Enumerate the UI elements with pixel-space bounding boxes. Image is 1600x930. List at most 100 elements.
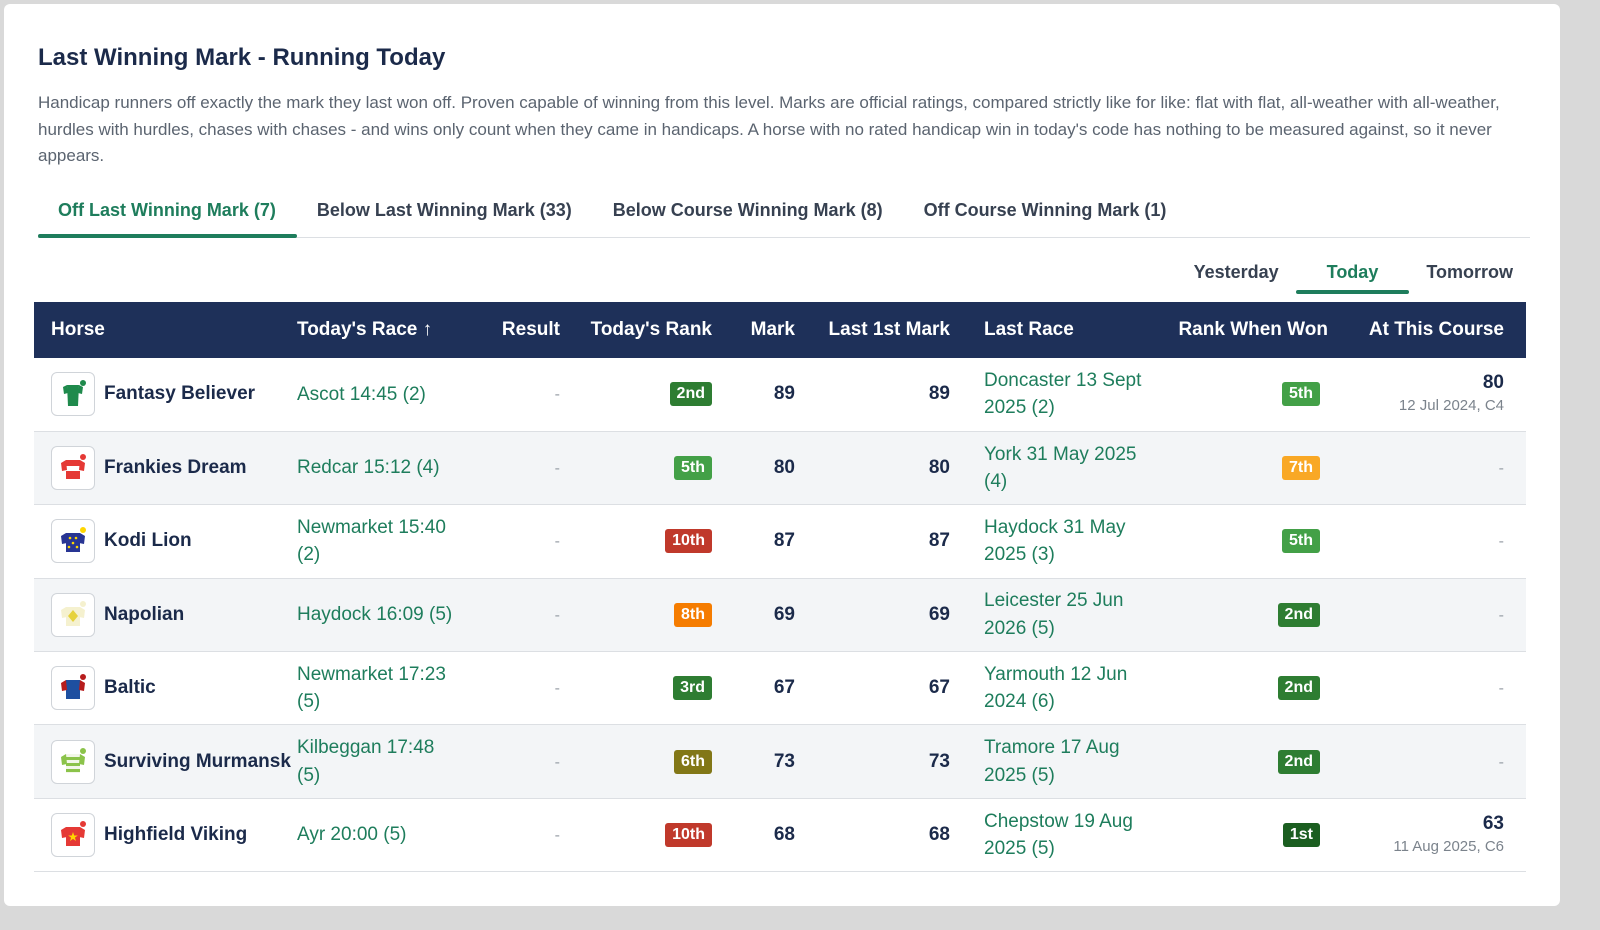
- last-1st-mark-cell: 68: [795, 798, 950, 871]
- todays-race-link[interactable]: Newmarket 17:23 (5): [297, 661, 457, 716]
- table-row[interactable]: Surviving Murmansk Kilbeggan 17:48 (5) - 6t…: [34, 724, 1526, 799]
- result-cell: -: [467, 652, 560, 725]
- at-this-course-cell: 63 11 Aug 2025, C6: [1328, 798, 1526, 871]
- horse-name[interactable]: Surviving Murmansk: [104, 751, 291, 773]
- result-value: -: [554, 533, 560, 551]
- mark-cell: 80: [712, 431, 795, 504]
- day-yesterday[interactable]: Yesterday: [1177, 254, 1296, 294]
- column-header-horse[interactable]: Horse: [34, 302, 297, 358]
- course-mark-value: -: [1498, 680, 1504, 698]
- horse-name[interactable]: Fantasy Believer: [104, 383, 255, 405]
- table-row[interactable]: Highfield Viking Ayr 20:00 (5) - 10th 68 68 Ch…: [34, 798, 1526, 872]
- horse-name[interactable]: Kodi Lion: [104, 530, 192, 552]
- column-header-last-1st-mark[interactable]: Last 1st Mark: [795, 302, 950, 358]
- table-row[interactable]: Kodi Lion Newmarket 15:40 (2) - 10th 87 87 Hay…: [34, 505, 1526, 579]
- result-cell: -: [467, 798, 560, 871]
- at-this-course-cell: -: [1328, 578, 1526, 651]
- column-header-todays-rank[interactable]: Today's Rank: [560, 302, 712, 358]
- horse-cell: Baltic: [34, 652, 297, 725]
- todays-race-link[interactable]: Redcar 15:12 (4): [297, 454, 457, 482]
- mark-value: 69: [773, 603, 795, 625]
- horse-cell: Napolian: [34, 578, 297, 651]
- result-value: -: [554, 606, 560, 624]
- last-1st-mark-cell: 69: [795, 578, 950, 651]
- day-selector: Yesterday Today Tomorrow: [1177, 254, 1530, 294]
- column-header-at-this-course[interactable]: At This Course: [1328, 302, 1526, 358]
- todays-race-link[interactable]: Newmarket 15:40 (2): [297, 514, 457, 569]
- tab-bar: Off Last Winning Mark (7) Below Last Win…: [38, 190, 1530, 238]
- day-tomorrow[interactable]: Tomorrow: [1409, 254, 1530, 294]
- column-header-last-race[interactable]: Last Race: [950, 302, 1150, 358]
- horse-name[interactable]: Highfield Viking: [104, 824, 247, 846]
- result-value: -: [554, 753, 560, 771]
- tab-off-course-winning-mark[interactable]: Off Course Winning Mark (1): [904, 190, 1188, 237]
- column-header-mark[interactable]: Mark: [712, 302, 795, 358]
- todays-rank-badge: 10th: [665, 529, 712, 554]
- horse-name[interactable]: Baltic: [104, 677, 156, 699]
- course-mark-value: -: [1498, 460, 1504, 478]
- day-today[interactable]: Today: [1295, 254, 1410, 294]
- last-1st-mark-cell: 87: [795, 505, 950, 578]
- red-white-hoop-silk-icon: [51, 446, 95, 491]
- todays-race-cell: Newmarket 15:40 (2): [297, 505, 467, 578]
- course-mark-value: -: [1498, 606, 1504, 624]
- todays-race-cell: Haydock 16:09 (5): [297, 578, 467, 651]
- last-race-link[interactable]: Haydock 31 May 2025 (3): [984, 514, 1149, 569]
- rank-when-won-cell: 5th: [1150, 505, 1328, 578]
- course-mark-value: 63: [1482, 813, 1504, 835]
- table-row[interactable]: Fantasy Believer Ascot 14:45 (2) - 2nd 89 89 D…: [34, 358, 1526, 432]
- todays-rank-badge: 6th: [674, 749, 712, 774]
- red-yellow-star-silk-icon: [51, 813, 95, 858]
- result-cell: -: [467, 505, 560, 578]
- rank-when-won-cell: 2nd: [1150, 578, 1328, 651]
- mark-cell: 67: [712, 652, 795, 725]
- horse-name[interactable]: Frankies Dream: [104, 457, 247, 479]
- at-this-course-cell: -: [1328, 725, 1526, 798]
- todays-rank-badge: 2nd: [669, 382, 712, 407]
- last-1st-mark-value: 67: [928, 677, 950, 699]
- tab-below-last-winning-mark[interactable]: Below Last Winning Mark (33): [297, 190, 593, 237]
- todays-race-link[interactable]: Haydock 16:09 (5): [297, 601, 457, 629]
- tab-off-last-winning-mark[interactable]: Off Last Winning Mark (7): [38, 190, 297, 238]
- result-value: -: [554, 386, 560, 404]
- mark-cell: 73: [712, 725, 795, 798]
- last-race-link[interactable]: York 31 May 2025 (4): [984, 441, 1149, 496]
- table-row[interactable]: Baltic Newmarket 17:23 (5) - 3rd 67 67 Yarmout…: [34, 652, 1526, 725]
- course-win-detail: 12 Jul 2024, C4: [1398, 397, 1504, 415]
- last-race-cell: Leicester 25 Jun 2026 (5): [950, 578, 1150, 651]
- last-race-cell: Haydock 31 May 2025 (3): [950, 505, 1150, 578]
- result-cell: -: [467, 358, 560, 431]
- at-this-course-cell: -: [1328, 505, 1526, 578]
- todays-race-link[interactable]: Ascot 14:45 (2): [297, 381, 457, 409]
- last-race-link[interactable]: Doncaster 13 Sept 2025 (2): [984, 367, 1149, 422]
- at-this-course-cell: 80 12 Jul 2024, C4: [1328, 358, 1526, 431]
- result-value: -: [554, 680, 560, 698]
- table-row[interactable]: Frankies Dream Redcar 15:12 (4) - 5th 80 80 Yo…: [34, 431, 1526, 505]
- table-row[interactable]: Napolian Haydock 16:09 (5) - 8th 69 69 Leicest…: [34, 578, 1526, 652]
- green-white-hoops-silk-icon: [51, 739, 95, 784]
- last-race-cell: Yarmouth 12 Jun 2024 (6): [950, 652, 1150, 725]
- rank-when-won-cell: 1st: [1150, 798, 1328, 871]
- todays-rank-badge: 5th: [674, 456, 712, 481]
- tab-below-course-winning-mark[interactable]: Below Course Winning Mark (8): [593, 190, 904, 237]
- last-race-link[interactable]: Yarmouth 12 Jun 2024 (6): [984, 661, 1149, 716]
- cream-yellow-diamond-silk-icon: [51, 592, 95, 637]
- last-1st-mark-value: 73: [928, 750, 950, 772]
- course-win-detail: 11 Aug 2025, C6: [1393, 838, 1504, 856]
- todays-race-link[interactable]: Kilbeggan 17:48 (5): [297, 734, 457, 789]
- last-race-link[interactable]: Leicester 25 Jun 2026 (5): [984, 587, 1149, 642]
- column-header-todays-race[interactable]: Today's Race ↑: [297, 302, 467, 358]
- mark-value: 87: [773, 530, 795, 552]
- last-race-link[interactable]: Tramore 17 Aug 2025 (5): [984, 734, 1149, 789]
- last-race-link[interactable]: Chepstow 19 Aug 2025 (5): [984, 808, 1149, 863]
- todays-rank-cell: 10th: [560, 505, 712, 578]
- rank-when-won-badge: 5th: [1282, 529, 1320, 554]
- rank-when-won-cell: 2nd: [1150, 652, 1328, 725]
- column-header-result[interactable]: Result: [467, 302, 560, 358]
- last-race-cell: Tramore 17 Aug 2025 (5): [950, 725, 1150, 798]
- last-race-cell: Chepstow 19 Aug 2025 (5): [950, 798, 1150, 871]
- last-race-cell: York 31 May 2025 (4): [950, 431, 1150, 504]
- todays-race-link[interactable]: Ayr 20:00 (5): [297, 821, 457, 849]
- column-header-rank-when-won[interactable]: Rank When Won: [1150, 302, 1328, 358]
- horse-name[interactable]: Napolian: [104, 604, 184, 626]
